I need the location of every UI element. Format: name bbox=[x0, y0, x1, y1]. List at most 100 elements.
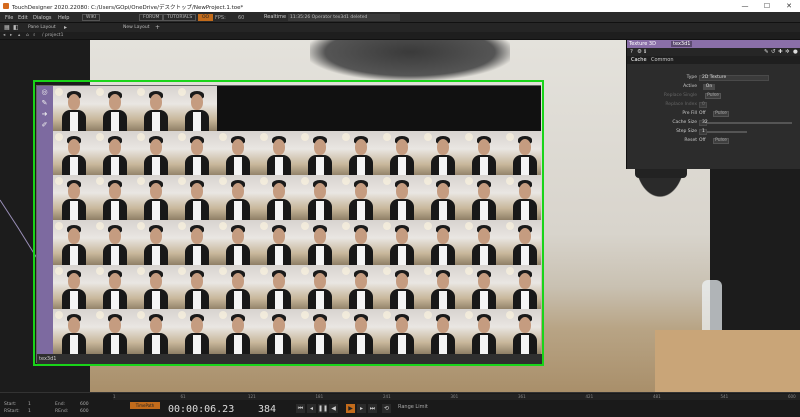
param-label: Replace Single bbox=[663, 93, 697, 98]
menu-file[interactable]: File bbox=[5, 15, 13, 21]
menu-edit[interactable]: Edit bbox=[18, 15, 28, 21]
realtime-toggle[interactable]: Realtime bbox=[262, 14, 288, 21]
tab-cache[interactable]: Cache bbox=[631, 57, 647, 63]
param-row-pre-fill: Pre Fill Off Pulse bbox=[627, 110, 800, 118]
texture-tile bbox=[53, 175, 94, 221]
texture-tile bbox=[176, 130, 217, 176]
texture-tile bbox=[176, 175, 217, 221]
new-layout-tab[interactable]: New Layout bbox=[123, 24, 150, 31]
add-tab-button[interactable]: + bbox=[155, 24, 160, 31]
pane-grid-icon[interactable]: ▦ bbox=[4, 24, 10, 31]
param-cache-size-value[interactable]: 32 bbox=[699, 120, 708, 126]
path-bar: ◂ ▸ ▴ ⌂ ⌕ / project1 bbox=[0, 32, 800, 40]
node-name[interactable]: tex3d1 bbox=[39, 356, 56, 362]
texture-tile bbox=[340, 175, 381, 221]
texture-tile bbox=[94, 264, 135, 310]
texture-tile bbox=[504, 309, 541, 354]
bookmark-icon[interactable]: ⌕ bbox=[33, 33, 36, 39]
param-active-toggle[interactable]: On bbox=[703, 84, 715, 90]
pause-icon[interactable]: ❚❚ bbox=[318, 404, 328, 413]
menu-help[interactable]: Help bbox=[58, 15, 69, 21]
step-forward-icon[interactable]: ▸ bbox=[357, 404, 366, 413]
back-icon[interactable]: ◂ bbox=[3, 33, 5, 39]
texture-tile bbox=[381, 175, 422, 221]
node-wrench-icon[interactable]: ✐ bbox=[40, 121, 49, 130]
start-value[interactable]: 1 bbox=[28, 402, 31, 407]
ruler-tick: 61 bbox=[180, 394, 186, 399]
node-control-strip: ◎ ✎ ➜ ✐ bbox=[37, 86, 53, 354]
param-replace-index-value[interactable]: 0 bbox=[699, 102, 707, 108]
node-edit-icon[interactable]: ✎ bbox=[40, 99, 49, 108]
minimize-button[interactable]: — bbox=[735, 1, 755, 11]
node-viewer[interactable] bbox=[53, 86, 541, 354]
texture-tile bbox=[258, 220, 299, 265]
pane-next-icon[interactable]: ▸ bbox=[64, 24, 67, 31]
edit-icon[interactable]: ✎ bbox=[764, 49, 769, 55]
frame-display[interactable]: 384 bbox=[258, 404, 276, 415]
tutorials-button[interactable]: TUTORIALS bbox=[163, 14, 197, 21]
play-icon[interactable]: ▶ bbox=[346, 404, 355, 413]
realtime-label: Realtime bbox=[264, 14, 287, 20]
param-label: Reset bbox=[684, 138, 697, 143]
reset-icon[interactable]: ↺ bbox=[771, 49, 776, 55]
param-row-step-size: Step Size 1 bbox=[627, 128, 800, 136]
texture-tile bbox=[176, 220, 217, 265]
param-pre-fill-toggle[interactable]: Off bbox=[699, 111, 711, 117]
python-icon[interactable]: ⚙ bbox=[637, 49, 642, 55]
node-arrow-icon[interactable]: ➜ bbox=[40, 110, 49, 119]
range-limit-label[interactable]: Range Limit bbox=[398, 404, 428, 410]
texture-tile bbox=[94, 86, 135, 131]
cog-icon[interactable]: ✲ bbox=[785, 49, 790, 55]
texture-tile bbox=[422, 220, 463, 265]
ruler-tick: 121 bbox=[248, 394, 256, 399]
param-row-cache-size: Cache Size 32 bbox=[627, 119, 800, 127]
param-step-size-value[interactable]: 1 bbox=[699, 129, 707, 135]
forum-button[interactable]: FORUM bbox=[139, 14, 164, 21]
info-icon[interactable]: ℹ bbox=[644, 49, 646, 55]
oo-button[interactable]: OO bbox=[198, 14, 214, 21]
op-name[interactable]: tex3d1 bbox=[671, 41, 693, 47]
rewind-icon[interactable]: ⏮ bbox=[296, 404, 305, 413]
texture-tile bbox=[340, 130, 381, 176]
pane-layout-label[interactable]: Pane Layout bbox=[28, 24, 56, 31]
close-button[interactable]: ✕ bbox=[779, 1, 799, 11]
step-back-icon[interactable]: ◂ bbox=[307, 404, 316, 413]
up-icon[interactable]: ▴ bbox=[18, 33, 20, 39]
menu-dialogs[interactable]: Dialogs bbox=[33, 15, 52, 21]
param-type-menu[interactable]: 2D Texture bbox=[699, 75, 769, 81]
maximize-button[interactable]: ☐ bbox=[757, 1, 777, 11]
rend-value[interactable]: 600 bbox=[80, 409, 89, 414]
end-value[interactable]: 600 bbox=[80, 402, 89, 407]
timeline-ruler[interactable]: 1 61 121 181 241 301 361 421 481 541 600 bbox=[113, 394, 800, 400]
param-pre-fill-pulse[interactable]: Pulse bbox=[713, 111, 729, 117]
fast-forward-icon[interactable]: ⏭ bbox=[368, 404, 377, 413]
pane-split-icon[interactable]: ◧ bbox=[13, 24, 19, 31]
timepath-button[interactable]: TimePath bbox=[130, 402, 160, 409]
help-icon[interactable]: ? bbox=[630, 49, 633, 55]
param-reset-pulse[interactable]: Pulse bbox=[713, 138, 729, 144]
tex3d-node[interactable]: ◎ ✎ ➜ ✐ tex3d1 bbox=[36, 85, 542, 364]
expand-icon[interactable]: ✚ bbox=[778, 49, 783, 55]
texture-tile bbox=[217, 130, 258, 176]
param-cache-size-slider[interactable] bbox=[707, 122, 792, 124]
param-reset-toggle[interactable]: Off bbox=[699, 138, 711, 144]
loop-icon[interactable]: ⟲ bbox=[382, 404, 391, 413]
wiki-button[interactable]: WIKI bbox=[82, 14, 101, 21]
texture-tile bbox=[53, 86, 94, 131]
play-reverse-icon[interactable]: ◀ bbox=[329, 404, 338, 413]
rstart-value[interactable]: 1 bbox=[28, 409, 31, 414]
close-panel-icon[interactable]: ● bbox=[793, 49, 798, 55]
param-step-size-slider[interactable] bbox=[707, 131, 747, 133]
op-type: Texture 3D bbox=[629, 41, 656, 47]
timecode-display[interactable]: 00:00:06.23 bbox=[168, 404, 234, 415]
param-replace-single-pulse[interactable]: Pulse bbox=[705, 93, 721, 99]
forward-icon[interactable]: ▸ bbox=[10, 33, 12, 39]
home-icon[interactable]: ⌂ bbox=[26, 33, 29, 39]
network-path[interactable]: / project1 bbox=[42, 33, 63, 39]
texture-tile bbox=[176, 264, 217, 310]
tab-common[interactable]: Common bbox=[651, 57, 674, 63]
texture-tile bbox=[422, 309, 463, 354]
param-row-active: Active On bbox=[627, 83, 800, 91]
node-info-icon[interactable]: ◎ bbox=[40, 88, 49, 97]
texture-tile bbox=[53, 130, 94, 176]
